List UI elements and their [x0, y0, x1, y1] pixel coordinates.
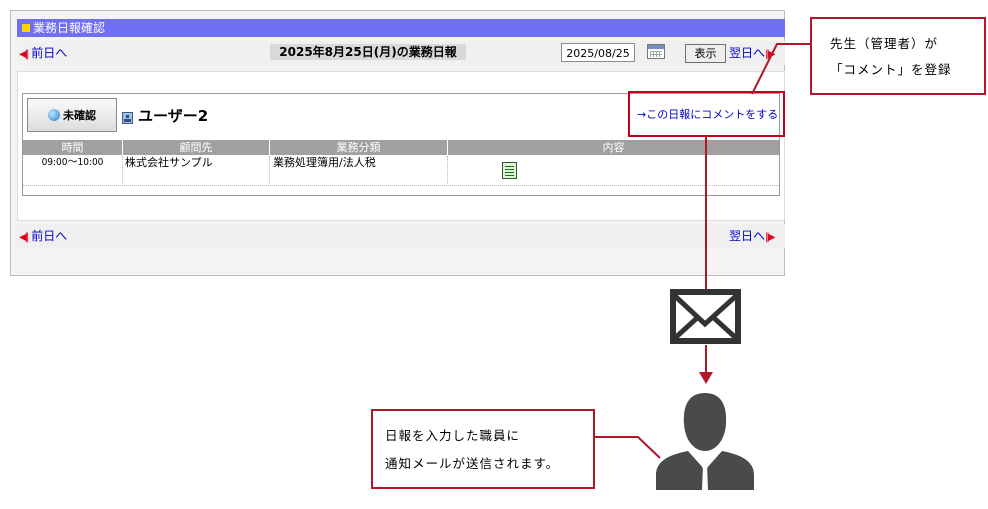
teacher-note-line1: 先生（管理者）が — [830, 36, 939, 51]
teacher-note-line2: 「コメント」を登録 — [830, 62, 952, 77]
staff-note-box: 日報を入力した職員に 通知メールが送信されます。 — [371, 409, 595, 489]
staff-note-line1: 日報を入力した職員に — [385, 428, 521, 443]
staff-note-line2: 通知メールが送信されます。 — [385, 456, 560, 471]
envelope-icon — [670, 289, 741, 344]
teacher-note-box: 先生（管理者）が 「コメント」を登録 — [810, 17, 986, 95]
staff-note-leader — [595, 436, 661, 459]
teacher-note-leader — [751, 43, 810, 95]
arrow-down-icon — [699, 372, 713, 384]
person-silhouette-icon — [656, 393, 754, 490]
